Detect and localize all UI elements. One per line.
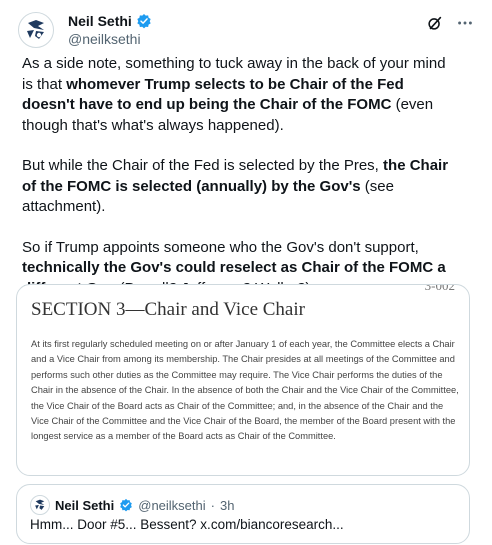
tweet-paragraph-2: But while the Chair of the Fed is select… bbox=[22, 156, 460, 218]
verified-badge-icon bbox=[120, 498, 133, 512]
tweet-text-bold: whomever Trump selects to be Chair of th… bbox=[22, 75, 404, 114]
avatar[interactable] bbox=[18, 12, 54, 48]
attachment-heading: SECTION 3—Chair and Vice Chair bbox=[31, 299, 305, 320]
verified-badge-icon bbox=[137, 14, 151, 29]
attachment-body: At its first regularly scheduled meeting… bbox=[31, 339, 459, 442]
tweet-header: Neil Sethi @neilksethi bbox=[14, 10, 482, 50]
tweet-paragraph-1: As a side note, something to tuck away i… bbox=[22, 54, 460, 136]
attachment-page-number: 3-002 bbox=[424, 284, 455, 293]
avatar-logo-icon bbox=[35, 499, 45, 510]
quote-tweet[interactable]: Neil Sethi @neilksethi · 3h Hmm... Door … bbox=[16, 484, 470, 544]
author-handle[interactable]: @neilksethi bbox=[68, 30, 152, 48]
more-horizontal-icon[interactable] bbox=[456, 14, 474, 32]
author-name[interactable]: Neil Sethi bbox=[68, 12, 132, 30]
quote-text: Hmm... Door #5... Bessent? x.com/biancor… bbox=[30, 517, 344, 532]
avatar-logo-icon bbox=[27, 20, 44, 39]
quote-author-handle[interactable]: @neilksethi bbox=[138, 498, 205, 513]
quote-separator: · bbox=[210, 497, 215, 513]
grok-slash-icon[interactable] bbox=[426, 14, 444, 32]
tweet-text: As a side note, something to tuck away i… bbox=[22, 54, 460, 319]
quote-author-name[interactable]: Neil Sethi bbox=[55, 498, 114, 513]
quote-avatar[interactable] bbox=[30, 495, 50, 515]
attachment-image[interactable]: 3-002 SECTION 3—Chair and Vice Chair At … bbox=[16, 284, 470, 476]
tweet-text-segment: So if Trump appoints someone who the Gov… bbox=[22, 238, 419, 256]
quote-timestamp[interactable]: 3h bbox=[220, 498, 234, 513]
tweet-text-segment: But while the Chair of the Fed is select… bbox=[22, 157, 384, 174]
